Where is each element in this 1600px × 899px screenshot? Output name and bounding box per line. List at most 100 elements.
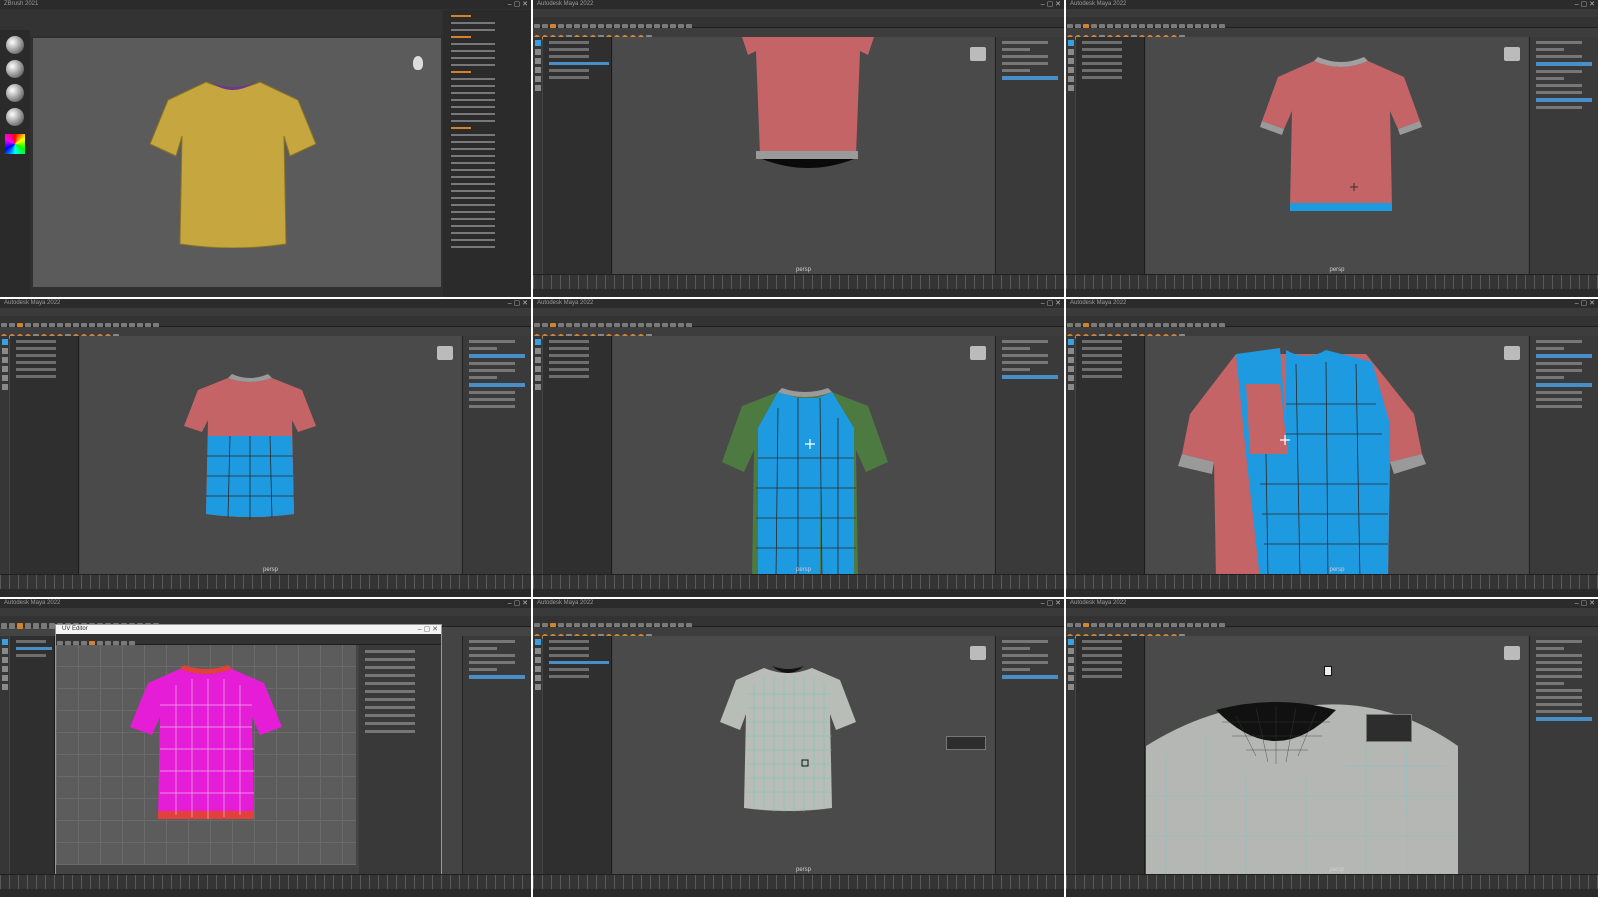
tshirt-grey-wire [720, 666, 856, 812]
help-line [0, 589, 531, 597]
attribute-editor[interactable] [1529, 336, 1598, 575]
viewport[interactable]: persp [613, 37, 994, 275]
time-slider[interactable] [1066, 874, 1598, 889]
tile-maya-7: Autodesk Maya 2022 – ▢ ✕ UV Editor – ▢ ✕ [0, 599, 533, 899]
screenshot-grid: ZBrush 2021– ▢ ✕ Autodesk Maya 2022 – ▢ … [0, 0, 1600, 899]
tool-box[interactable] [533, 336, 542, 581]
tool-box[interactable] [533, 37, 542, 281]
shelf[interactable] [0, 327, 531, 340]
nav-cube-icon[interactable] [437, 346, 453, 360]
tile-maya-3: Autodesk Maya 2022 – ▢ ✕ persp [1066, 0, 1600, 299]
uv-toolbar[interactable] [56, 634, 441, 647]
attribute-editor[interactable] [462, 636, 531, 875]
tile-maya-6: Autodesk Maya 2022 – ▢ ✕ persp [1066, 299, 1600, 599]
window-controls[interactable]: – ▢ ✕ [1041, 299, 1061, 308]
tshirt-green-blue [722, 388, 888, 578]
time-slider[interactable] [1066, 274, 1598, 289]
window-controls[interactable]: – ▢ ✕ [1041, 0, 1061, 9]
outliner[interactable] [1076, 37, 1145, 275]
window-controls[interactable]: – ▢ ✕ [508, 599, 528, 608]
status-line[interactable] [1066, 616, 1598, 629]
status-line[interactable] [533, 316, 1064, 329]
attribute-editor[interactable] [995, 37, 1064, 275]
help-line [0, 889, 531, 897]
nav-cube-icon[interactable] [1504, 346, 1520, 360]
window-controls[interactable]: – ▢ ✕ [508, 0, 528, 9]
tool-box[interactable] [1066, 336, 1075, 581]
outliner[interactable] [1076, 336, 1145, 575]
viewport-label: persp [795, 867, 812, 873]
tile-maya-8: Autodesk Maya 2022 – ▢ ✕ persp [533, 599, 1066, 899]
status-line[interactable] [1066, 17, 1598, 30]
time-slider[interactable] [0, 574, 531, 589]
status-line[interactable] [533, 616, 1064, 629]
window-controls[interactable]: – ▢ ✕ [1575, 599, 1595, 608]
window-title: ZBrush 2021 – ▢ ✕ [0, 0, 531, 9]
outliner[interactable] [543, 336, 612, 575]
uv-editor-window[interactable]: UV Editor – ▢ ✕ [55, 624, 442, 876]
material-icon[interactable] [6, 108, 24, 126]
window-controls[interactable]: – ▢ ✕ [1041, 599, 1061, 608]
outliner[interactable] [543, 636, 612, 875]
nav-cube-icon[interactable] [970, 47, 986, 61]
status-line[interactable] [0, 316, 531, 329]
time-slider[interactable] [533, 574, 1064, 589]
help-line [533, 889, 1064, 897]
nav-cube-icon[interactable] [970, 646, 986, 660]
status-line[interactable] [533, 17, 1064, 30]
time-slider[interactable] [0, 874, 531, 889]
nav-cube-icon[interactable] [970, 346, 986, 360]
window-title: Autodesk Maya 2022 – ▢ ✕ [533, 0, 1064, 9]
shelf[interactable] [1066, 627, 1598, 640]
time-slider[interactable] [1066, 574, 1598, 589]
outliner[interactable] [10, 336, 79, 575]
viewport[interactable]: persp [1146, 636, 1528, 876]
viewport-label: persp [1329, 267, 1345, 273]
attribute-editor[interactable] [995, 336, 1064, 575]
status-line[interactable] [1066, 316, 1598, 329]
viewport[interactable]: persp [1146, 336, 1528, 579]
window-title-text: Autodesk Maya 2022 [4, 600, 61, 606]
nav-cube-icon[interactable] [1504, 47, 1520, 61]
window-title-text: Autodesk Maya 2022 [537, 1, 594, 7]
shelf[interactable] [1066, 327, 1598, 340]
attribute-editor[interactable] [1529, 37, 1598, 275]
window-title-text: ZBrush 2021 [4, 1, 39, 7]
viewport[interactable]: persp [613, 636, 994, 875]
uv-editor-window-controls[interactable]: – ▢ ✕ [418, 625, 438, 634]
window-controls[interactable]: – ▢ ✕ [1575, 0, 1595, 9]
viewport[interactable]: persp [613, 336, 994, 578]
tool-box[interactable] [1066, 636, 1075, 881]
stroke-icon[interactable] [6, 60, 24, 78]
uv-toolkit[interactable] [359, 645, 441, 875]
tool-box[interactable] [0, 636, 9, 881]
tool-box[interactable] [1066, 37, 1075, 281]
shelf[interactable] [533, 28, 1064, 41]
gizmo-head-icon[interactable] [413, 56, 423, 70]
attribute-editor[interactable] [995, 636, 1064, 875]
nav-cube-icon[interactable] [1504, 646, 1520, 660]
tool-box[interactable] [533, 636, 542, 881]
brush-icon[interactable] [6, 36, 24, 54]
outliner[interactable] [543, 37, 612, 275]
shelf[interactable] [1066, 28, 1598, 41]
zbrush-canvas[interactable] [33, 38, 441, 287]
uv-editor-title-text: UV Editor [62, 626, 88, 632]
shelf[interactable] [533, 627, 1064, 640]
time-slider[interactable] [533, 274, 1064, 289]
viewport[interactable]: persp [80, 336, 461, 575]
attribute-editor[interactable] [462, 336, 531, 575]
shelf[interactable] [533, 327, 1064, 340]
tool-box[interactable] [0, 336, 9, 581]
outliner[interactable] [1076, 636, 1145, 875]
viewport[interactable]: persp [1146, 37, 1528, 275]
color-picker-icon[interactable] [5, 134, 25, 154]
outliner[interactable] [10, 636, 55, 875]
uv-canvas[interactable] [56, 645, 356, 865]
window-controls[interactable]: – ▢ ✕ [508, 299, 528, 308]
tshirt-yellow [149, 81, 317, 248]
alpha-icon[interactable] [6, 84, 24, 102]
window-controls[interactable]: – ▢ ✕ [1575, 299, 1595, 308]
time-slider[interactable] [533, 874, 1064, 889]
attribute-editor[interactable] [1529, 636, 1598, 875]
